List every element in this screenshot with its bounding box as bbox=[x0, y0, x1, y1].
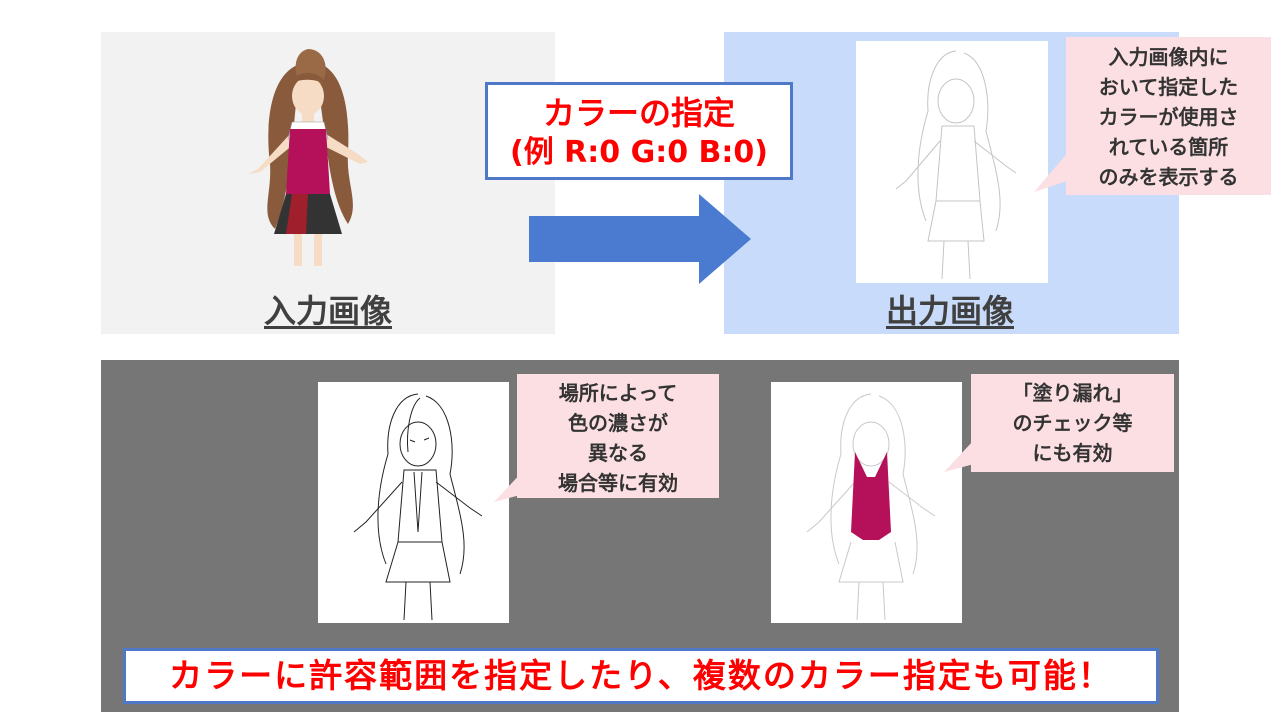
right-callout-line: のチェック等 bbox=[1012, 411, 1133, 435]
output-sketch-image bbox=[895, 50, 1017, 280]
example-sketch-dark bbox=[353, 393, 483, 621]
left-callout-line: 場合等に有効 bbox=[558, 471, 678, 495]
example-sketch-vest bbox=[806, 393, 936, 621]
right-callout-line: にも有効 bbox=[1032, 441, 1113, 465]
input-image-caption: 入力画像 bbox=[263, 292, 392, 330]
input-character-image bbox=[248, 49, 368, 266]
output-callout-line: のみを表示する bbox=[1098, 165, 1239, 189]
output-callout-line: カラーが使用さ bbox=[1098, 105, 1239, 129]
example-image-vest-only bbox=[771, 382, 962, 623]
right-arrow-icon bbox=[529, 194, 751, 284]
left-callout-line: 場所によって bbox=[558, 381, 678, 405]
example-right-callout: 「塗り漏れ」 のチェック等 にも有効 bbox=[971, 374, 1174, 472]
color-spec-box: カラーの指定 (例 R:0 G:0 B:0) bbox=[485, 82, 793, 180]
capability-banner: カラーに許容範囲を指定したり、複数のカラー指定も可能！ bbox=[123, 648, 1159, 704]
color-spec-title: カラーの指定 bbox=[542, 94, 735, 132]
output-callout: 入力画像内に おいて指定した カラーが使用さ れている箇所 のみを表示する bbox=[1066, 37, 1271, 195]
left-callout-line: 異なる bbox=[588, 441, 648, 465]
capability-banner-text: カラーに許容範囲を指定したり、複数のカラー指定も可能！ bbox=[169, 656, 1113, 695]
output-callout-line: れている箇所 bbox=[1108, 135, 1229, 159]
example-image-dark-lines bbox=[318, 382, 509, 623]
output-image bbox=[856, 41, 1048, 283]
output-image-caption: 出力画像 bbox=[885, 292, 1014, 330]
right-callout-line: 「塗り漏れ」 bbox=[1012, 381, 1133, 405]
left-callout-line: 色の濃さが bbox=[568, 411, 668, 435]
example-left-callout: 場所によって 色の濃さが 異なる 場合等に有効 bbox=[517, 374, 719, 498]
output-callout-line: おいて指定した bbox=[1098, 75, 1239, 99]
color-spec-example: (例 R:0 G:0 B:0) bbox=[510, 135, 768, 170]
output-callout-line: 入力画像内に bbox=[1108, 45, 1229, 69]
